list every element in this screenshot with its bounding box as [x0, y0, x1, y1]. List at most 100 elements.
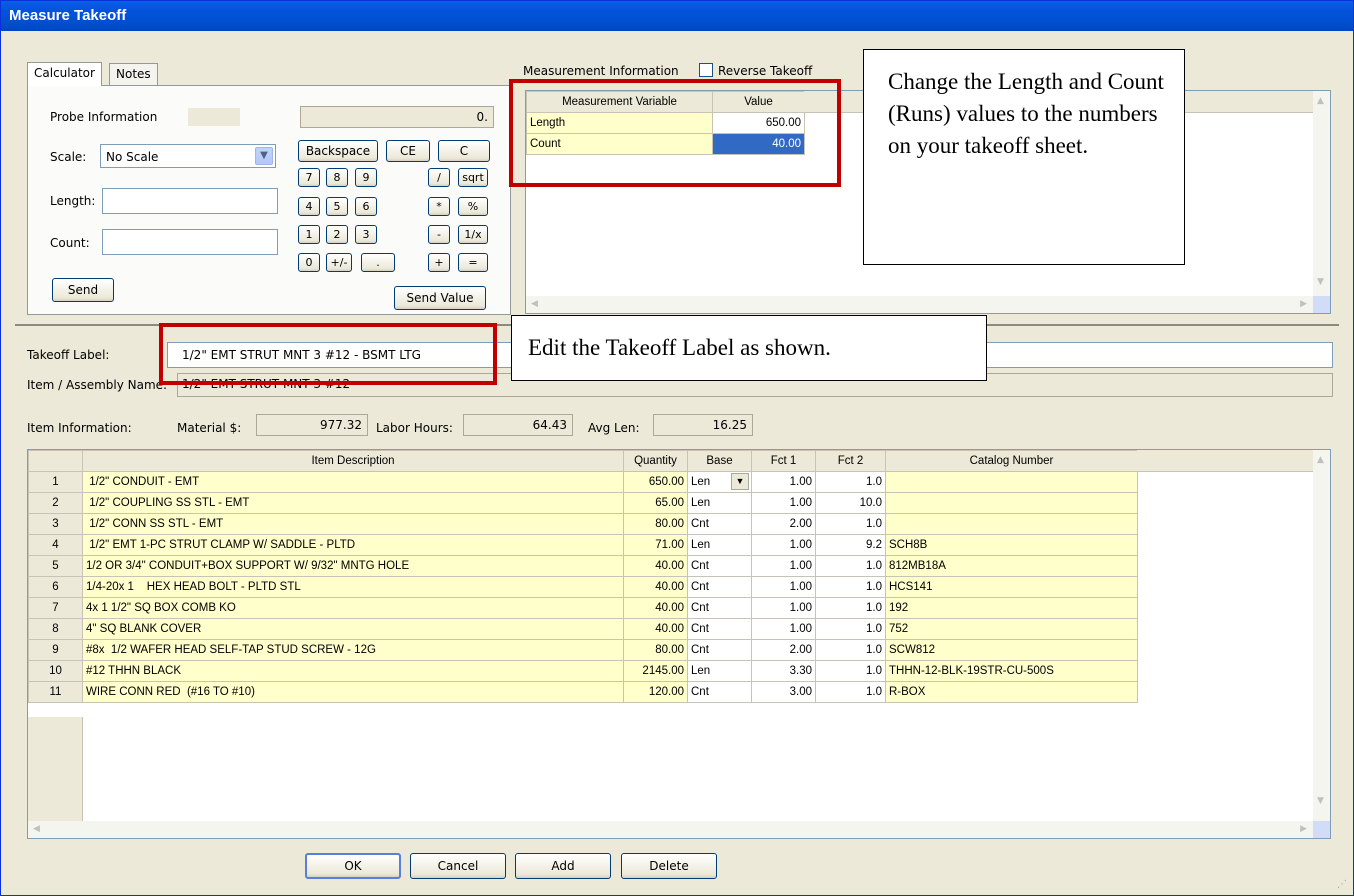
send-value-button[interactable]: Send Value [394, 286, 486, 310]
item-description-cell[interactable]: 4x 1 1/2" SQ BOX COMB KO [82, 597, 624, 619]
factor-2-cell[interactable]: 1.0 [815, 513, 886, 535]
item-description-cell[interactable]: 1/2" EMT 1-PC STRUT CLAMP W/ SADDLE - PL… [82, 534, 624, 556]
catalog-number-cell[interactable]: SCW812 [885, 639, 1138, 661]
catalog-number-cell[interactable] [885, 471, 1138, 493]
key-multiply[interactable]: * [428, 197, 450, 216]
item-description-cell[interactable]: 4" SQ BLANK COVER [82, 618, 624, 640]
item-description-cell[interactable]: 1/2" CONDUIT - EMT [82, 471, 624, 493]
key-decimal[interactable]: . [361, 253, 395, 272]
header-factor-2[interactable]: Fct 2 [815, 450, 886, 472]
quantity-cell[interactable]: 40.00 [623, 597, 688, 619]
count-input[interactable] [102, 229, 278, 255]
key-8[interactable]: 8 [326, 168, 348, 187]
key-9[interactable]: 9 [355, 168, 377, 187]
factor-2-cell[interactable]: 10.0 [815, 492, 886, 514]
factor-1-cell[interactable]: 1.00 [751, 555, 816, 577]
factor-2-cell[interactable]: 1.0 [815, 618, 886, 640]
key-7[interactable]: 7 [298, 168, 320, 187]
row-number-cell[interactable]: 7 [28, 597, 83, 619]
key-6[interactable]: 6 [355, 197, 377, 216]
quantity-cell[interactable]: 40.00 [623, 618, 688, 640]
factor-2-cell[interactable]: 1.0 [815, 639, 886, 661]
table-row[interactable]: 10 #12 THHN BLACK 2145.00 Len 3.30 1.0 THHN-12… [28, 660, 1138, 682]
scroll-right-icon[interactable]: ▶ [1300, 299, 1307, 309]
key-subtract[interactable]: - [428, 225, 450, 244]
catalog-number-cell[interactable]: THHN-12-BLK-19STR-CU-500S [885, 660, 1138, 682]
table-row[interactable]: 6 1/4-20x 1 HEX HEAD BOLT - PLTD STL 40.00… [28, 576, 1138, 598]
key-add[interactable]: + [428, 253, 450, 272]
catalog-number-cell[interactable]: R-BOX [885, 681, 1138, 703]
quantity-cell[interactable]: 650.00 [623, 471, 688, 493]
header-catalog-number[interactable]: Catalog Number [885, 450, 1138, 472]
quantity-cell[interactable]: 40.00 [623, 555, 688, 577]
row-number-cell[interactable]: 10 [28, 660, 83, 682]
factor-1-cell[interactable]: 1.00 [751, 534, 816, 556]
quantity-cell[interactable]: 120.00 [623, 681, 688, 703]
factor-2-cell[interactable]: 1.0 [815, 660, 886, 682]
add-button[interactable]: Add [515, 853, 611, 879]
factor-1-cell[interactable]: 2.00 [751, 513, 816, 535]
key-sqrt[interactable]: sqrt [458, 168, 488, 187]
base-cell[interactable]: Cnt [687, 555, 752, 577]
row-number-cell[interactable]: 8 [28, 618, 83, 640]
item-description-cell[interactable]: WIRE CONN RED (#16 TO #10) [82, 681, 624, 703]
factor-2-cell[interactable]: 1.0 [815, 597, 886, 619]
send-button[interactable]: Send [52, 278, 114, 302]
table-row[interactable]: 2 1/2" COUPLING SS STL - EMT 65.00 Len 1.00… [28, 492, 1138, 514]
scale-select[interactable]: No Scale ▼ [100, 144, 276, 168]
quantity-cell[interactable]: 2145.00 [623, 660, 688, 682]
header-base[interactable]: Base [687, 450, 752, 472]
catalog-number-cell[interactable] [885, 492, 1138, 514]
item-description-cell[interactable]: #12 THHN BLACK [82, 660, 624, 682]
quantity-cell[interactable]: 65.00 [623, 492, 688, 514]
backspace-button[interactable]: Backspace [298, 140, 378, 162]
clear-entry-button[interactable]: CE [386, 140, 430, 162]
length-input[interactable] [102, 188, 278, 214]
chevron-down-icon[interactable]: ▼ [255, 147, 273, 165]
factor-2-cell[interactable]: 1.0 [815, 681, 886, 703]
quantity-cell[interactable]: 80.00 [623, 639, 688, 661]
catalog-number-cell[interactable]: 752 [885, 618, 1138, 640]
table-row[interactable]: 1 1/2" CONDUIT - EMT 650.00 Len ▼ 1.00 1.0 [28, 471, 1138, 493]
catalog-number-cell[interactable]: 812MB18A [885, 555, 1138, 577]
catalog-number-cell[interactable]: 192 [885, 597, 1138, 619]
scroll-down-icon[interactable]: ▼ [1317, 277, 1324, 287]
base-cell[interactable]: Len [687, 492, 752, 514]
table-row[interactable]: 3 1/2" CONN SS STL - EMT 80.00 Cnt 2.00 1.0 [28, 513, 1138, 535]
table-row[interactable]: 9 #8x 1/2 WAFER HEAD SELF-TAP STUD SCREW … [28, 639, 1138, 661]
header-factor-1[interactable]: Fct 1 [751, 450, 816, 472]
factor-2-cell[interactable]: 1.0 [815, 555, 886, 577]
delete-button[interactable]: Delete [621, 853, 717, 879]
factor-2-cell[interactable]: 1.0 [815, 471, 886, 493]
cancel-button[interactable]: Cancel [410, 853, 506, 879]
table-row[interactable]: 11 WIRE CONN RED (#16 TO #10) 120.00 Cnt 3.0… [28, 681, 1138, 703]
row-number-cell[interactable]: 4 [28, 534, 83, 556]
base-cell[interactable]: Cnt [687, 576, 752, 598]
table-row[interactable]: 7 4x 1 1/2" SQ BOX COMB KO 40.00 Cnt 1.00 1.0… [28, 597, 1138, 619]
catalog-number-cell[interactable]: HCS141 [885, 576, 1138, 598]
row-number-cell[interactable]: 2 [28, 492, 83, 514]
resize-grip-icon[interactable]: ⋰ [1337, 879, 1349, 891]
key-1[interactable]: 1 [298, 225, 320, 244]
quantity-cell[interactable]: 71.00 [623, 534, 688, 556]
factor-1-cell[interactable]: 3.30 [751, 660, 816, 682]
base-cell[interactable]: Cnt [687, 639, 752, 661]
key-2[interactable]: 2 [326, 225, 348, 244]
factor-1-cell[interactable]: 1.00 [751, 492, 816, 514]
header-quantity[interactable]: Quantity [623, 450, 688, 472]
key-reciprocal[interactable]: 1/x [458, 225, 488, 244]
clear-button[interactable]: C [438, 140, 490, 162]
base-cell[interactable]: Len ▼ [687, 471, 752, 493]
key-divide[interactable]: / [428, 168, 450, 187]
scroll-left-icon[interactable]: ◀ [33, 824, 40, 834]
key-percent[interactable]: % [458, 197, 488, 216]
factor-1-cell[interactable]: 1.00 [751, 618, 816, 640]
items-horizontal-scrollbar[interactable]: ◀ ▶ [28, 821, 1313, 838]
scroll-down-icon[interactable]: ▼ [1317, 796, 1324, 806]
quantity-cell[interactable]: 40.00 [623, 576, 688, 598]
factor-2-cell[interactable]: 9.2 [815, 534, 886, 556]
scroll-up-icon[interactable]: ▲ [1317, 96, 1324, 106]
row-number-cell[interactable]: 9 [28, 639, 83, 661]
item-description-cell[interactable]: #8x 1/2 WAFER HEAD SELF-TAP STUD SCREW -… [82, 639, 624, 661]
factor-1-cell[interactable]: 3.00 [751, 681, 816, 703]
